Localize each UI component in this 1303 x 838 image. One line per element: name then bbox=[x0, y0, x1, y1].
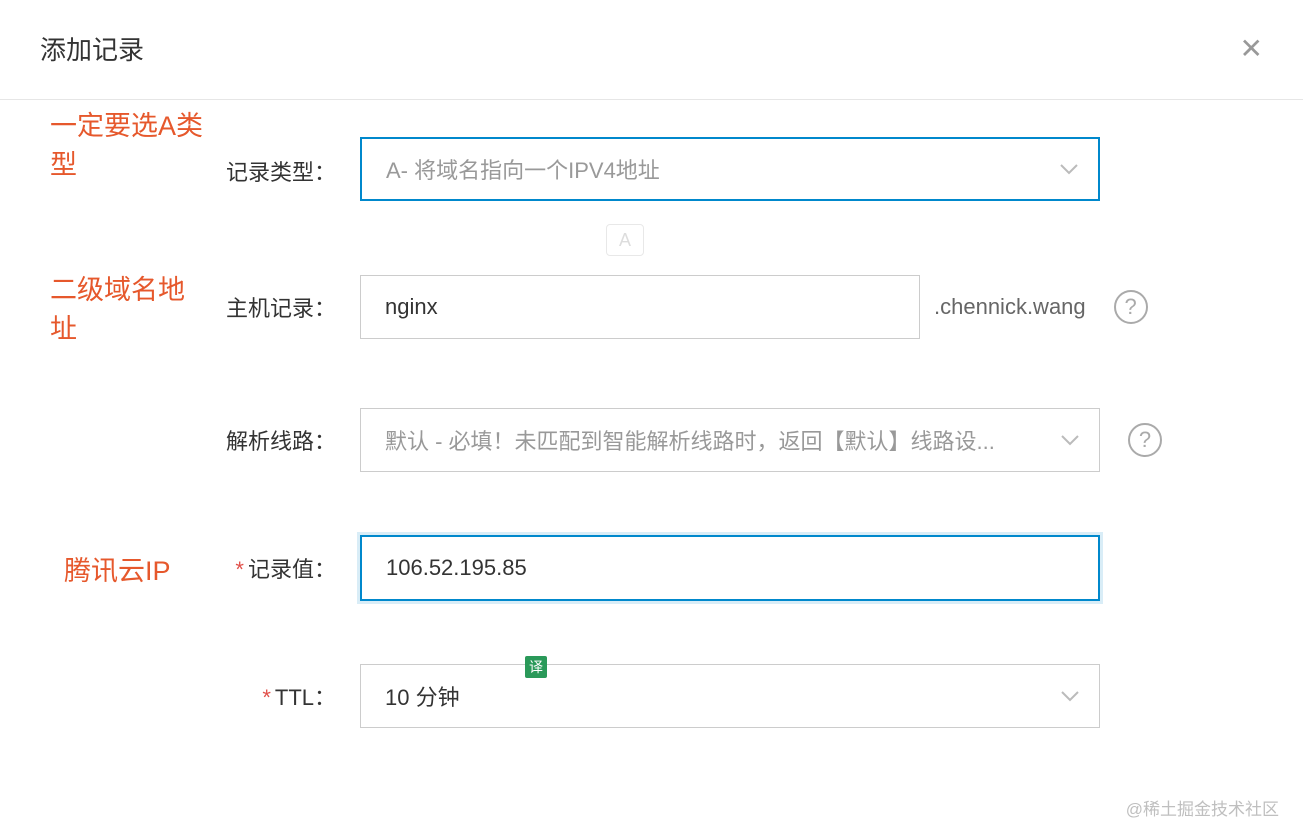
ttl-value: 10 分钟 bbox=[385, 680, 460, 712]
row-record-type: 一定要选A类型 记录类型： A- 将域名指向一个IPV4地址 bbox=[10, 130, 1263, 208]
help-icon[interactable]: ? bbox=[1128, 423, 1162, 457]
required-mark: * bbox=[262, 685, 271, 710]
annotation-host-record: 二级域名地址 bbox=[10, 268, 210, 346]
ime-indicator-badge: A bbox=[606, 224, 644, 256]
row-record-value: 腾讯云IP *记录值： bbox=[10, 534, 1263, 602]
record-value-input[interactable] bbox=[360, 535, 1100, 601]
close-icon[interactable]: ✕ bbox=[1240, 35, 1263, 63]
label-host-record: 主机记录： bbox=[210, 291, 338, 323]
resolution-line-value: 默认 - 必填！未匹配到智能解析线路时，返回【默认】线路设... bbox=[385, 424, 995, 456]
chevron-down-icon bbox=[1060, 159, 1078, 180]
record-type-value: A- 将域名指向一个IPV4地址 bbox=[386, 153, 660, 185]
label-record-value: *记录值： bbox=[210, 552, 338, 584]
chevron-down-icon bbox=[1061, 686, 1079, 707]
resolution-line-select[interactable]: 默认 - 必填！未匹配到智能解析线路时，返回【默认】线路设... bbox=[360, 408, 1100, 472]
dialog-header: 添加记录 ✕ bbox=[0, 0, 1303, 100]
annotation-record-value: 腾讯云IP bbox=[10, 549, 210, 588]
translate-badge: 译 bbox=[525, 656, 547, 678]
label-ttl: *TTL： bbox=[210, 680, 338, 712]
ttl-select[interactable]: 10 分钟 bbox=[360, 664, 1100, 728]
record-type-select[interactable]: A- 将域名指向一个IPV4地址 bbox=[360, 137, 1100, 201]
dialog-title: 添加记录 bbox=[40, 30, 144, 67]
watermark: @稀土掘金技术社区 bbox=[1126, 795, 1279, 820]
form-container: A 一定要选A类型 记录类型： A- 将域名指向一个IPV4地址 二级域名地址 … bbox=[0, 100, 1303, 730]
host-record-input[interactable] bbox=[360, 275, 920, 339]
label-record-type: 记录类型： bbox=[210, 155, 338, 187]
annotation-record-type: 一定要选A类型 bbox=[10, 104, 210, 182]
row-host-record: 二级域名地址 主机记录： .chennick.wang ? bbox=[10, 268, 1263, 346]
domain-suffix: .chennick.wang bbox=[934, 294, 1086, 320]
help-icon[interactable]: ? bbox=[1114, 290, 1148, 324]
row-ttl: x *TTL： 10 分钟 bbox=[10, 662, 1263, 730]
required-mark: * bbox=[235, 557, 244, 582]
row-resolution-line: x 解析线路： 默认 - 必填！未匹配到智能解析线路时，返回【默认】线路设...… bbox=[10, 406, 1263, 474]
chevron-down-icon bbox=[1061, 430, 1079, 451]
label-resolution-line: 解析线路： bbox=[210, 424, 338, 456]
